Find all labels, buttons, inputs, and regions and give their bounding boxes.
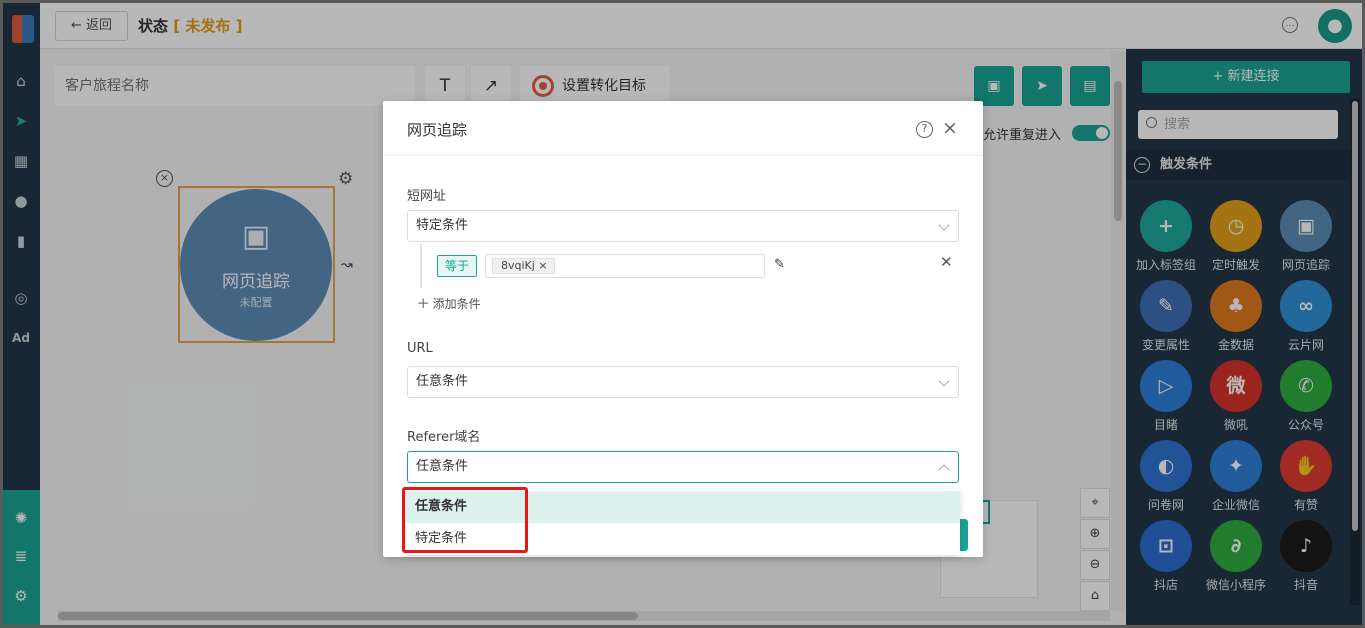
operator-tag[interactable]: 等于 — [437, 255, 477, 277]
chip-remove-icon[interactable]: × — [538, 259, 547, 272]
add-condition-label: 添加条件 — [432, 297, 481, 311]
chevron-up-icon — [938, 464, 950, 476]
remove-condition-icon[interactable]: ✕ — [940, 253, 953, 271]
url-label: URL — [407, 341, 433, 356]
edit-icon[interactable]: ✎ — [774, 257, 785, 272]
short-url-select[interactable]: 特定条件 — [407, 210, 959, 242]
condition-connector — [420, 244, 422, 288]
chevron-down-icon — [938, 375, 950, 387]
referer-select-value: 任意条件 — [416, 459, 469, 474]
highlight-annotation — [402, 487, 528, 553]
referer-label: Referer域名 — [407, 430, 481, 445]
dialog-header: 网页追踪 ? × — [383, 101, 983, 156]
dialog-title: 网页追踪 — [407, 121, 468, 139]
referer-select[interactable]: 任意条件 — [407, 451, 959, 483]
value-chip: 8vqiKj × — [492, 258, 555, 274]
value-chip-text: 8vqiKj — [501, 259, 535, 272]
add-condition-button[interactable]: + 添加条件 — [417, 294, 481, 312]
short-url-select-value: 特定条件 — [416, 218, 469, 233]
app-window: ⌂ ➤ ▦ ● ▮ ◎ Ad ✺ ≣ ⚙ ← 返回 状态 [ 未发布 ] … ●… — [3, 3, 1362, 625]
condition-value-input[interactable]: 8vqiKj × — [485, 254, 765, 278]
close-icon[interactable]: × — [942, 117, 958, 139]
short-url-label: 短网址 — [407, 189, 447, 204]
help-icon[interactable]: ? — [916, 121, 933, 138]
url-select[interactable]: 任意条件 — [407, 366, 959, 398]
url-select-value: 任意条件 — [416, 374, 469, 389]
plus-icon: + — [417, 294, 430, 312]
chevron-down-icon — [938, 219, 950, 231]
